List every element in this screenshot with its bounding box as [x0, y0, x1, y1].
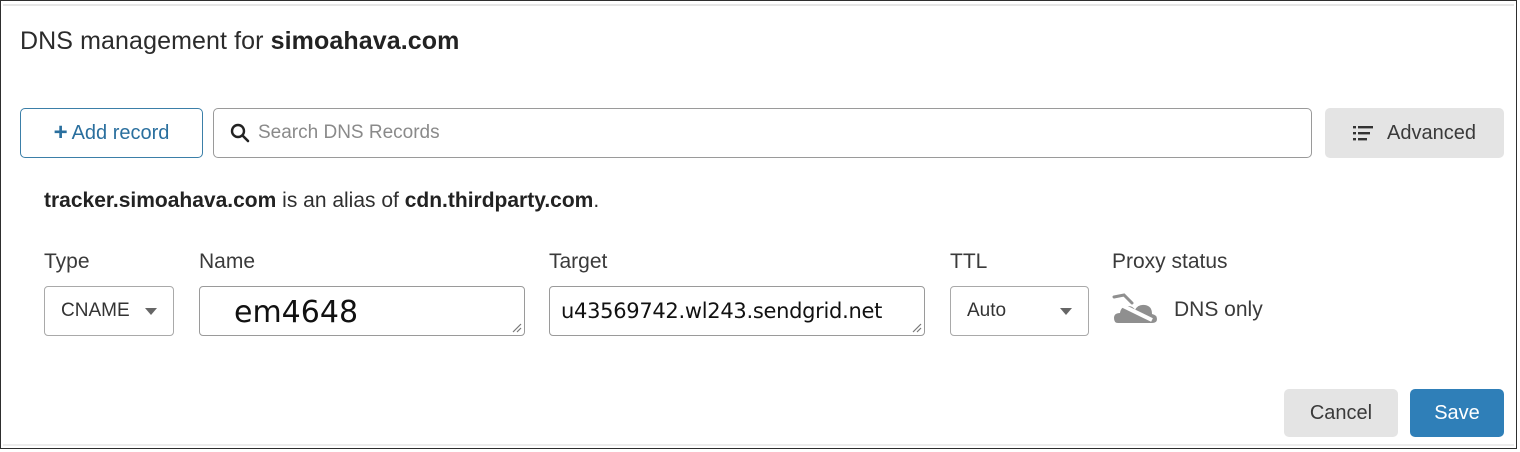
ttl-select[interactable]: Auto: [950, 286, 1089, 336]
search-input[interactable]: [258, 122, 1258, 144]
proxy-status-value: DNS only: [1174, 298, 1263, 321]
title-prefix: DNS management for: [20, 27, 264, 55]
resize-handle-icon[interactable]: [910, 321, 922, 333]
dns-management-panel: DNS management for simoahava.com + Add r…: [0, 0, 1517, 449]
ttl-value: Auto: [967, 300, 1007, 321]
bottom-divider: [3, 444, 1514, 446]
advanced-label: Advanced: [1387, 121, 1476, 144]
ttl-label: TTL: [950, 250, 988, 273]
list-filter-icon: [1353, 125, 1374, 141]
chevron-down-icon: [1060, 307, 1072, 315]
type-select[interactable]: CNAME: [44, 286, 174, 336]
type-label: Type: [44, 250, 90, 273]
top-divider: [3, 4, 1514, 6]
alias-message: tracker.simoahava.com is an alias of cdn…: [44, 189, 599, 213]
name-field[interactable]: em4648: [199, 286, 525, 336]
alias-middle-text: is an alias of: [276, 189, 405, 212]
search-icon: [230, 123, 250, 143]
search-box[interactable]: [213, 108, 1312, 158]
type-value: CNAME: [61, 300, 130, 321]
cloud-dns-only-icon: [1112, 293, 1158, 327]
domain-name: simoahava.com: [270, 27, 460, 55]
name-label: Name: [199, 250, 256, 273]
target-value: u43569742.wl243.sendgrid.net: [561, 299, 883, 323]
proxy-status: DNS only: [1112, 293, 1263, 327]
target-label: Target: [549, 250, 608, 273]
page-title: DNS management for simoahava.com: [20, 27, 460, 56]
save-button[interactable]: Save: [1410, 389, 1504, 437]
chevron-down-icon: [145, 307, 157, 315]
plus-icon: +: [53, 119, 68, 146]
target-field[interactable]: u43569742.wl243.sendgrid.net: [549, 286, 925, 336]
name-value: em4648: [234, 295, 359, 330]
advanced-button[interactable]: Advanced: [1325, 108, 1504, 158]
resize-handle-icon[interactable]: [510, 321, 522, 333]
alias-target: cdn.thirdparty.com: [404, 189, 594, 212]
cancel-button[interactable]: Cancel: [1284, 389, 1398, 437]
alias-end-text: .: [593, 189, 600, 212]
add-record-label: Add record: [71, 121, 170, 144]
proxy-status-label: Proxy status: [1112, 250, 1228, 273]
alias-host: tracker.simoahava.com: [44, 189, 277, 212]
add-record-button[interactable]: + Add record: [20, 108, 203, 158]
